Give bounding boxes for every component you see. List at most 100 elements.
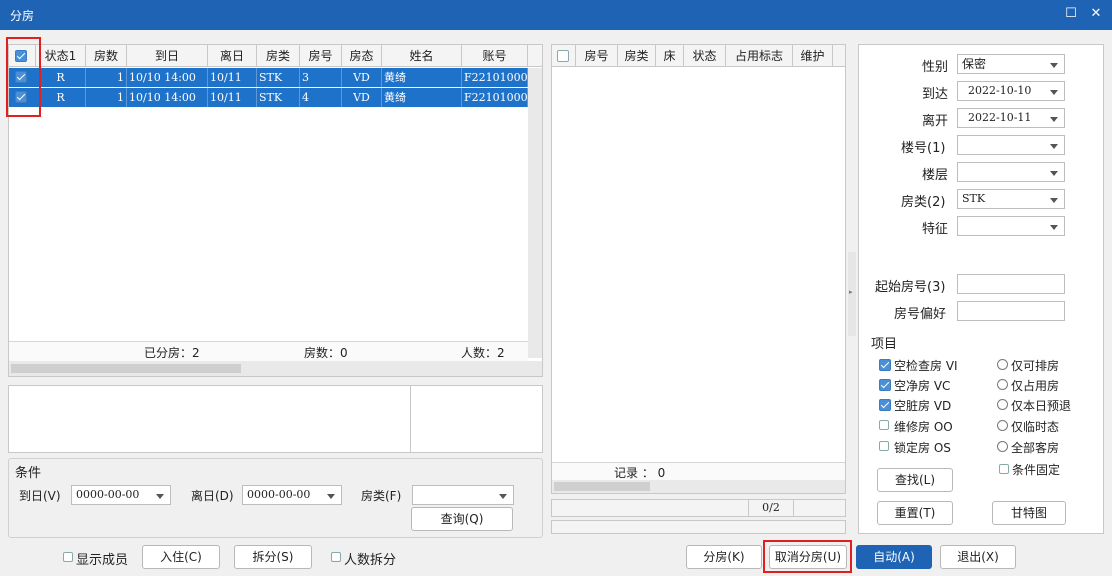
progress-text: 0/2	[748, 500, 794, 516]
chevron-down-icon	[1050, 171, 1058, 176]
radio-occupied-label: 仅占用房	[1011, 379, 1060, 393]
query-button[interactable]: 查询(Q)	[411, 507, 513, 531]
cell-rooms: 1	[86, 88, 127, 107]
fixed-condition-checkbox[interactable]	[999, 464, 1009, 474]
right-grid-header: 房号 房类 床 状态 占用标志 维护	[552, 45, 845, 67]
maximize-icon[interactable]: ☐	[1062, 5, 1080, 23]
right-hscroll-thumb[interactable]	[554, 482, 650, 491]
gantt-button[interactable]: 甘特图	[992, 501, 1066, 525]
chevron-down-icon	[1050, 117, 1058, 122]
detail-panel	[8, 385, 543, 453]
cancel-assign-highlight	[763, 540, 852, 573]
col-status[interactable]: 状态1	[36, 45, 86, 67]
close-icon[interactable]: ✕	[1087, 5, 1105, 23]
col-r-roomtype[interactable]: 房类	[618, 45, 656, 67]
arrive-date-value: 0000-00-00	[76, 488, 140, 501]
chevron-down-icon	[1050, 144, 1058, 149]
departure-date-select[interactable]: 2022-10-11	[957, 108, 1065, 128]
checkin-button[interactable]: 入住(C)	[142, 545, 220, 569]
split-persons-checkbox[interactable]	[331, 552, 341, 562]
right-grid-hscroll[interactable]	[552, 480, 845, 493]
leave-label: 离日(D)	[191, 489, 234, 503]
col-leave[interactable]: 离日	[208, 45, 257, 67]
cell-roomno: 3	[300, 68, 342, 87]
col-name[interactable]: 姓名	[382, 45, 462, 67]
col-arrive[interactable]: 到日	[127, 45, 208, 67]
check-vi[interactable]	[879, 359, 891, 371]
reset-button[interactable]: 重置(T)	[877, 501, 953, 525]
leave-date-value: 0000-00-00	[247, 488, 311, 501]
check-vd[interactable]	[879, 399, 891, 411]
right-grid: 房号 房类 床 状态 占用标志 维护 记录 ： 0	[551, 44, 846, 494]
radio-assignable-label: 仅可排房	[1011, 359, 1060, 373]
col-roomno[interactable]: 房号	[300, 45, 342, 67]
radio-occupied[interactable]	[997, 379, 1008, 390]
arrive-label: 到日(V)	[19, 489, 61, 503]
splitter[interactable]: ▸	[848, 252, 856, 336]
leave-date-select[interactable]: 0000-00-00	[242, 485, 342, 505]
check-oo[interactable]	[879, 420, 889, 430]
split-persons-label: 人数拆分	[344, 553, 397, 568]
left-hscroll-thumb[interactable]	[11, 364, 241, 373]
arrive-date-select[interactable]: 0000-00-00	[71, 485, 171, 505]
detail-divider	[410, 386, 411, 452]
radio-all-rooms[interactable]	[997, 441, 1008, 452]
cell-account: F22101000	[462, 88, 528, 107]
col-rooms[interactable]: 房数	[86, 45, 127, 67]
check-vd-label: 空脏房 VD	[894, 399, 952, 413]
gender-select[interactable]: 保密	[957, 54, 1065, 74]
assign-room-button[interactable]: 分房(K)	[686, 545, 762, 569]
right-select-all-checkbox[interactable]	[557, 50, 569, 62]
summary-rooms: 房数：0	[304, 346, 348, 360]
chevron-right-icon: ▸	[849, 288, 853, 296]
left-grid: 状态1 房数 到日 离日 房类 房号 房态 姓名 账号 R 1 10/10 14…	[8, 44, 543, 377]
items-title: 项目	[871, 337, 898, 352]
radio-temporary[interactable]	[997, 420, 1008, 431]
table-row[interactable]: R 1 10/10 14:00 10/11 STK 4 VD 黄绮 F22101…	[9, 88, 528, 107]
conditions-title: 条件	[15, 466, 42, 481]
start-room-input[interactable]	[957, 274, 1065, 294]
roomtype2-select[interactable]: STK	[957, 189, 1065, 209]
radio-today-checkout[interactable]	[997, 399, 1008, 410]
cell-leave: 10/11	[208, 88, 257, 107]
building-select[interactable]	[957, 135, 1065, 155]
arrival-date-select[interactable]: 2022-10-10	[957, 81, 1065, 101]
cell-rooms: 1	[86, 68, 127, 87]
fixed-condition-label: 条件固定	[1012, 463, 1061, 477]
show-members-label: 显示成员	[76, 553, 129, 568]
room-pref-input[interactable]	[957, 301, 1065, 321]
summary-assigned: 已分房：2	[144, 346, 200, 360]
cell-roomtype: STK	[257, 68, 300, 87]
table-row[interactable]: R 1 10/10 14:00 10/11 STK 3 VD 黄绮 F22101…	[9, 68, 528, 87]
col-r-bed[interactable]: 床	[656, 45, 684, 67]
cell-leave: 10/11	[208, 68, 257, 87]
radio-assignable[interactable]	[997, 359, 1008, 370]
roomtype-select[interactable]	[412, 485, 514, 505]
progress-bar: 0/2	[551, 499, 846, 517]
chevron-down-icon	[156, 494, 164, 499]
left-grid-hscroll[interactable]	[9, 361, 542, 376]
col-roomstate[interactable]: 房态	[342, 45, 382, 67]
floor-select[interactable]	[957, 162, 1065, 182]
left-grid-vscroll[interactable]	[528, 68, 542, 358]
show-members-checkbox[interactable]	[63, 552, 73, 562]
cell-name: 黄绮	[382, 88, 462, 107]
arrival-label: 到达	[922, 87, 949, 102]
col-r-occupied[interactable]: 占用标志	[726, 45, 793, 67]
col-account[interactable]: 账号	[462, 45, 528, 67]
radio-today-checkout-label: 仅本日预退	[1011, 399, 1072, 413]
exit-button[interactable]: 退出(X)	[940, 545, 1016, 569]
col-roomtype[interactable]: 房类	[257, 45, 300, 67]
col-r-roomno[interactable]: 房号	[576, 45, 618, 67]
auto-button[interactable]: 自动(A)	[856, 545, 932, 569]
floor-label: 楼层	[922, 168, 949, 183]
cell-account: F22101000	[462, 68, 528, 87]
check-vc[interactable]	[879, 379, 891, 391]
split-button[interactable]: 拆分(S)	[234, 545, 312, 569]
col-r-status[interactable]: 状态	[684, 45, 726, 67]
feature-select[interactable]	[957, 216, 1065, 236]
chevron-down-icon	[499, 494, 507, 499]
col-r-maint[interactable]: 维护	[793, 45, 833, 67]
check-os[interactable]	[879, 441, 889, 451]
find-button[interactable]: 查找(L)	[877, 468, 953, 492]
